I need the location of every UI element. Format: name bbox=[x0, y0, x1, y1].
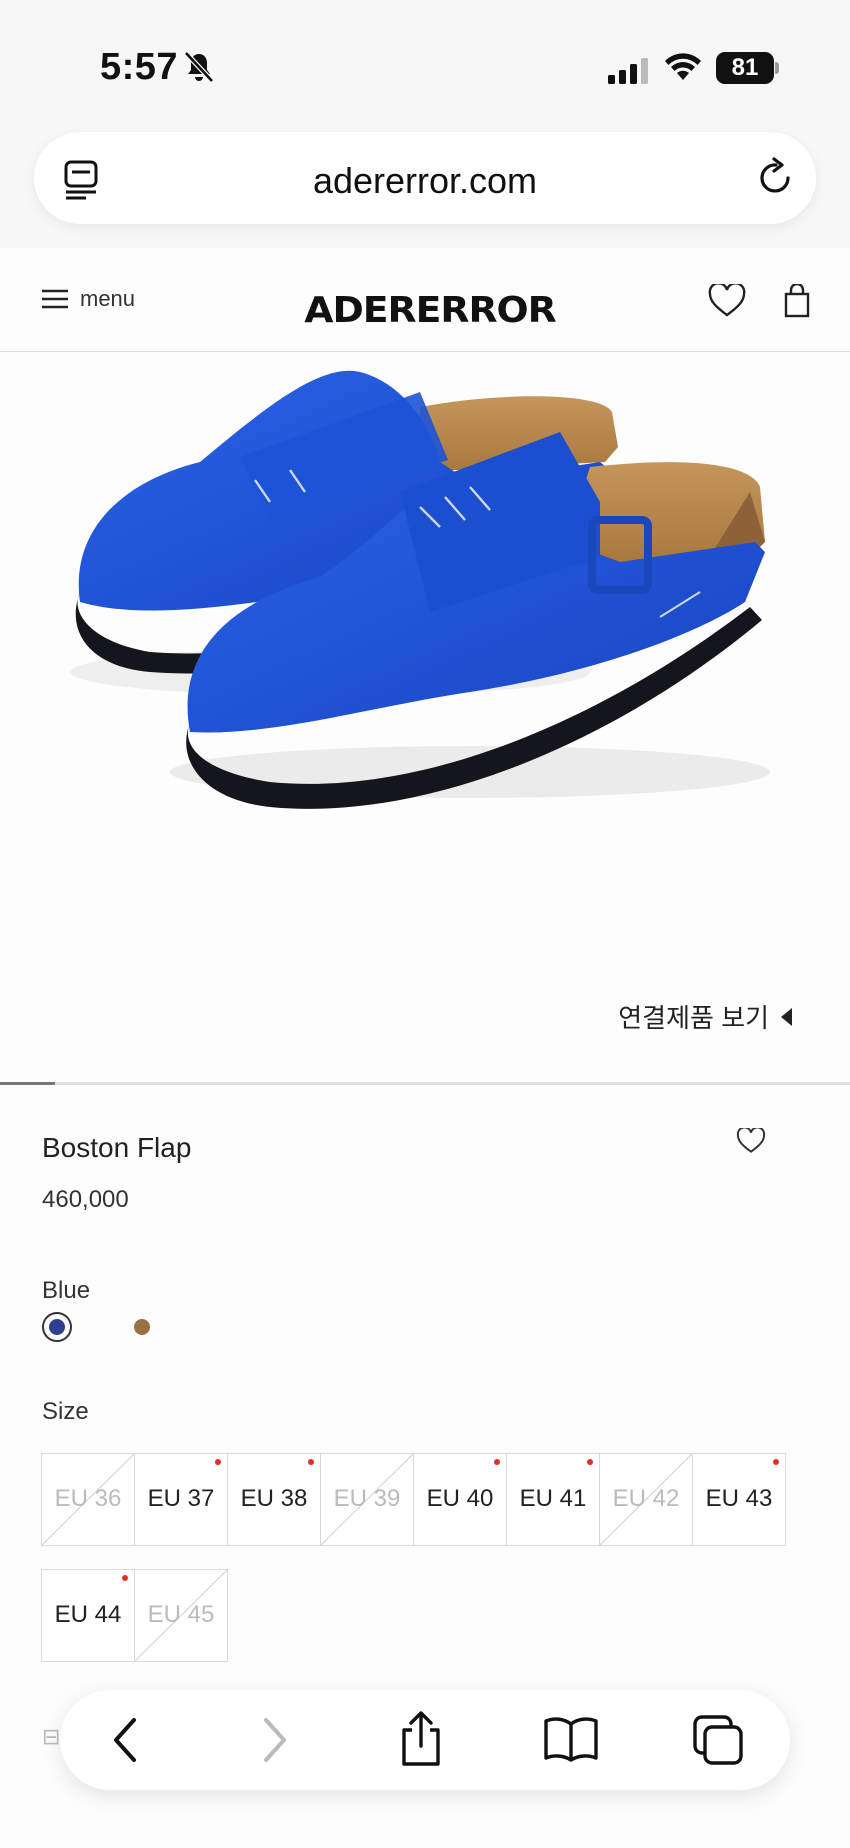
wifi-icon bbox=[665, 53, 701, 80]
battery-indicator: 81 bbox=[716, 52, 774, 84]
reload-icon[interactable] bbox=[756, 156, 796, 198]
size-option-label: EU 41 bbox=[519, 1485, 587, 1512]
browser-chrome: adererror.com bbox=[0, 120, 850, 248]
color-swatch-blue[interactable] bbox=[42, 1312, 72, 1342]
back-icon[interactable] bbox=[110, 1716, 140, 1764]
forward-icon[interactable] bbox=[260, 1716, 290, 1764]
low-stock-dot bbox=[215, 1459, 221, 1465]
color-label: Blue bbox=[42, 1277, 91, 1304]
brand-logo[interactable]: ADERERROR bbox=[304, 290, 556, 331]
tab-overview-icon[interactable] bbox=[692, 1714, 744, 1766]
browser-toolbar bbox=[60, 1690, 790, 1790]
signal-icon bbox=[608, 58, 648, 84]
size-option[interactable]: EU 45 bbox=[134, 1569, 228, 1662]
address-bar[interactable]: adererror.com bbox=[34, 132, 816, 224]
size-option[interactable]: EU 42 bbox=[599, 1453, 693, 1546]
low-stock-dot bbox=[494, 1459, 500, 1465]
bell-slash-icon bbox=[184, 51, 214, 83]
size-option[interactable]: EU 41 bbox=[506, 1453, 600, 1546]
status-bar: 5:57 81 bbox=[0, 0, 850, 120]
size-option[interactable]: EU 36 bbox=[41, 1453, 135, 1546]
bookmarks-icon[interactable] bbox=[543, 1716, 599, 1762]
low-stock-dot bbox=[587, 1459, 593, 1465]
size-option[interactable]: EU 43 bbox=[692, 1453, 786, 1546]
size-option[interactable]: EU 44 bbox=[41, 1569, 135, 1662]
bag-icon[interactable] bbox=[784, 284, 810, 318]
size-option-label: EU 40 bbox=[426, 1485, 494, 1512]
size-option-label: EU 45 bbox=[147, 1601, 215, 1628]
menu-label: menu bbox=[80, 286, 136, 311]
heart-icon[interactable] bbox=[736, 1128, 766, 1154]
related-products-link[interactable]: 연결제품 보기 bbox=[618, 998, 792, 1035]
size-option[interactable]: EU 40 bbox=[413, 1453, 507, 1546]
low-stock-dot bbox=[122, 1575, 128, 1581]
status-time: 5:57 bbox=[100, 46, 179, 88]
gallery-progress-fill bbox=[0, 1082, 56, 1085]
heart-icon[interactable] bbox=[708, 284, 746, 318]
gallery-progress bbox=[0, 1082, 850, 1085]
size-option-label: EU 36 bbox=[54, 1485, 122, 1512]
size-option[interactable]: EU 37 bbox=[134, 1453, 228, 1546]
size-label: Size bbox=[42, 1398, 89, 1425]
low-stock-dot bbox=[308, 1459, 314, 1465]
product-image[interactable] bbox=[0, 352, 850, 1087]
product-name: Boston Flap bbox=[42, 1132, 192, 1163]
battery-tip bbox=[775, 62, 779, 74]
product-price: 460,000 bbox=[42, 1186, 129, 1213]
share-icon[interactable] bbox=[398, 1710, 444, 1768]
size-guide-link[interactable]: ⊟ bbox=[42, 1724, 60, 1750]
size-option[interactable]: EU 38 bbox=[227, 1453, 321, 1546]
color-swatch-brown[interactable] bbox=[134, 1319, 150, 1335]
hamburger-icon bbox=[42, 289, 68, 309]
size-option-label: EU 37 bbox=[147, 1485, 215, 1512]
low-stock-dot bbox=[773, 1459, 779, 1465]
size-option-label: EU 43 bbox=[705, 1485, 773, 1512]
size-option-label: EU 39 bbox=[333, 1485, 401, 1512]
menu-button[interactable]: menu bbox=[42, 286, 135, 312]
size-option-label: EU 42 bbox=[612, 1485, 680, 1512]
caret-left-icon bbox=[781, 1007, 792, 1026]
shoe-illustration bbox=[70, 370, 770, 809]
size-option-label: EU 38 bbox=[240, 1485, 308, 1512]
size-option[interactable]: EU 39 bbox=[320, 1453, 414, 1546]
related-products-label: 연결제품 보기 bbox=[618, 1003, 769, 1033]
size-option-label: EU 44 bbox=[54, 1601, 122, 1628]
site-header: menu ADERERROR bbox=[0, 248, 850, 352]
url-text[interactable]: adererror.com bbox=[34, 160, 816, 202]
